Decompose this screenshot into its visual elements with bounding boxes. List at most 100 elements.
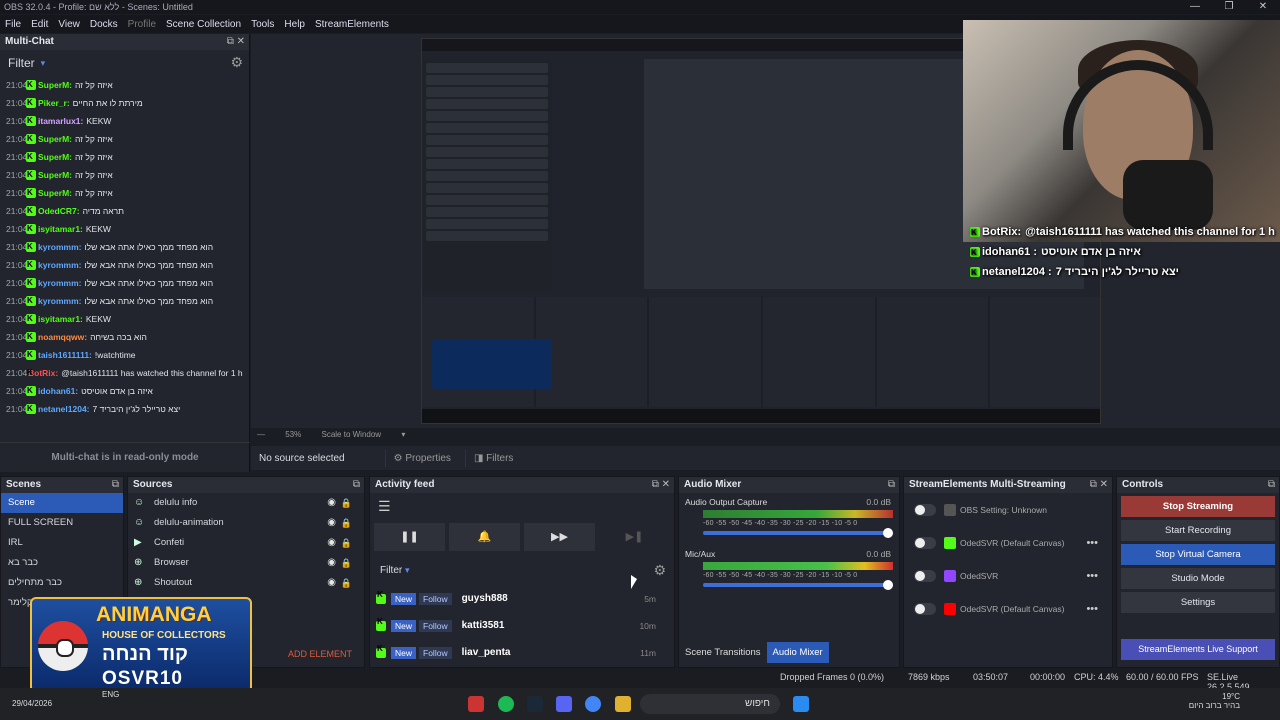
discord-icon[interactable]: [556, 696, 572, 712]
menu-streamelements[interactable]: StreamElements: [315, 19, 389, 30]
multistream-target[interactable]: OdedSVR (Default Canvas) •••: [904, 592, 1112, 625]
chevron-down-icon[interactable]: ▾: [41, 58, 46, 69]
activity-row[interactable]: NewFollowkatti358110m: [370, 612, 674, 639]
scene-item[interactable]: כבר בא: [1, 553, 123, 573]
obs-taskbar-icon[interactable]: [468, 696, 484, 712]
zoom-level[interactable]: 53%: [285, 430, 301, 439]
chat-message-list: 21:04SuperM:איזה קל זה21:04Piker_r:מירתת…: [0, 76, 249, 436]
live-support-button[interactable]: StreamElements Live Support: [1121, 639, 1275, 660]
multichat-filter[interactable]: Filter ▾ ⚙: [0, 50, 249, 76]
menu-view[interactable]: View: [58, 19, 80, 30]
scene-item[interactable]: כבר מתחילים: [1, 573, 123, 593]
chrome-icon[interactable]: [585, 696, 601, 712]
toggle-switch[interactable]: [914, 602, 936, 615]
follow-badge: Follow: [419, 646, 452, 659]
properties-button[interactable]: ⚙ Properties: [384, 449, 459, 467]
start-recording-button[interactable]: Start Recording: [1121, 520, 1275, 541]
taskbar-search[interactable]: חיפוש: [640, 694, 780, 714]
multistream-target[interactable]: OdedSVR •••: [904, 559, 1112, 592]
spotify-icon[interactable]: [498, 696, 514, 712]
eye-icon[interactable]: ◉: [327, 553, 336, 573]
lock-icon[interactable]: 🔒: [341, 553, 352, 573]
menu-help[interactable]: Help: [284, 19, 305, 30]
lock-icon[interactable]: 🔒: [341, 493, 352, 513]
toggle-switch[interactable]: [914, 536, 936, 549]
volume-meter: [703, 562, 893, 570]
filter-label[interactable]: Filter: [8, 56, 35, 70]
lock-icon[interactable]: 🔒: [341, 533, 352, 553]
skip-button[interactable]: ▶❚: [599, 523, 670, 551]
activity-filter[interactable]: Filter ▾ ⚙: [370, 555, 674, 585]
eye-icon[interactable]: ◉: [327, 533, 336, 553]
settings-button[interactable]: Settings: [1121, 592, 1275, 613]
scene-item[interactable]: IRL: [1, 533, 123, 553]
stop-virtual-camera-button[interactable]: Stop Virtual Camera: [1121, 544, 1275, 565]
volume-meter: [703, 510, 893, 518]
source-type-icon: ☺: [134, 517, 145, 528]
audio-tabs: Scene Transitions Audio Mixer: [679, 642, 829, 663]
pause-button[interactable]: ❚❚: [374, 523, 445, 551]
volume-slider[interactable]: [703, 580, 893, 590]
studio-mode-button[interactable]: Studio Mode: [1121, 568, 1275, 589]
stop-streaming-button[interactable]: Stop Streaming: [1121, 496, 1275, 517]
gear-icon[interactable]: ⚙: [653, 555, 666, 585]
menu-docks[interactable]: Docks: [90, 19, 118, 30]
folder-icon[interactable]: [615, 696, 631, 712]
source-item[interactable]: ⊕ Shoutout ◉ 🔒: [128, 573, 364, 593]
multistream-header: StreamElements Multi-Streaming ⧉ ✕: [904, 477, 1112, 493]
overlay-chat-message: netanel1204 :יצא טריילר לג'ין היבריד 7: [970, 262, 1280, 283]
menu-profile[interactable]: Profile: [128, 19, 156, 30]
source-item[interactable]: ☺ delulu info ◉ 🔒: [128, 493, 364, 513]
more-options-icon[interactable]: •••: [1086, 603, 1098, 615]
hamburger-menu-icon[interactable]: ☰: [370, 493, 674, 519]
kick-icon: [26, 148, 36, 166]
eye-icon[interactable]: ◉: [327, 513, 336, 533]
scene-item[interactable]: FULL SCREEN: [1, 513, 123, 533]
activity-row[interactable]: NewFollowliav_penta11m: [370, 639, 674, 666]
filters-button[interactable]: ◨ Filters: [464, 449, 521, 467]
toggle-switch[interactable]: [914, 569, 936, 582]
scale-mode[interactable]: Scale to Window: [321, 430, 381, 439]
menu-edit[interactable]: Edit: [31, 19, 48, 30]
source-item[interactable]: ▶ Confeti ◉ 🔒: [128, 533, 364, 553]
maximize-icon[interactable]: ❐: [1212, 0, 1246, 14]
eye-icon[interactable]: ◉: [327, 493, 336, 513]
lock-icon[interactable]: 🔒: [341, 513, 352, 533]
gear-icon[interactable]: ⚙: [230, 54, 243, 71]
follow-badge: Follow: [419, 619, 452, 632]
chat-message: 21:04kyrommm:הוא מפחד ממך כאילו אתה אבא …: [6, 256, 243, 274]
toggle-switch[interactable]: [914, 503, 936, 516]
eye-icon[interactable]: ◉: [327, 573, 336, 593]
windows-start-icon[interactable]: [793, 696, 809, 712]
activity-row[interactable]: NewFollowguysh8885m: [370, 585, 674, 612]
source-item[interactable]: ☺ delulu-animation ◉ 🔒: [128, 513, 364, 533]
window-titlebar: OBS 32.0.4 - Profile: ללא שם - Scenes: U…: [0, 0, 1280, 14]
fast-forward-button[interactable]: ▶▶: [524, 523, 595, 551]
chat-message: 21:04SuperM:איזה קל זה: [6, 76, 243, 94]
scene-item[interactable]: Scene: [1, 493, 123, 513]
multistreaming-dock: StreamElements Multi-Streaming ⧉ ✕ OBS Se…: [903, 476, 1113, 668]
source-item[interactable]: ⊕ Browser ◉ 🔒: [128, 553, 364, 573]
menu-scene-collection[interactable]: Scene Collection: [166, 19, 241, 30]
chevron-down-icon[interactable]: ▾: [401, 430, 405, 439]
multistream-target[interactable]: OdedSVR (Default Canvas) •••: [904, 526, 1112, 559]
chat-message: 21:04OdedCR7:תראה מדיה: [6, 202, 243, 220]
new-badge: New: [391, 646, 417, 659]
minimize-icon[interactable]: —: [1178, 0, 1212, 14]
add-element-button[interactable]: ADD ELEMENT: [288, 649, 352, 659]
menu-file[interactable]: File: [5, 19, 21, 30]
tab-scene-transitions[interactable]: Scene Transitions: [679, 642, 767, 663]
lock-icon[interactable]: 🔒: [341, 573, 352, 593]
bell-icon[interactable]: 🔔: [449, 523, 520, 551]
volume-slider[interactable]: [703, 528, 893, 538]
more-options-icon[interactable]: •••: [1086, 570, 1098, 582]
steam-icon[interactable]: [527, 696, 543, 712]
close-icon[interactable]: ✕: [1246, 0, 1280, 14]
tab-audio-mixer[interactable]: Audio Mixer: [766, 642, 829, 663]
more-options-icon[interactable]: •••: [1086, 537, 1098, 549]
weather-widget[interactable]: 19°C בהיר ברוב היום: [1189, 692, 1240, 710]
dock-close-icon[interactable]: ⧉ ✕: [227, 34, 245, 50]
menu-tools[interactable]: Tools: [251, 19, 274, 30]
chat-message: 21:04SuperM:איזה קל זה: [6, 130, 243, 148]
multistream-target[interactable]: OBS Setting: Unknown: [904, 493, 1112, 526]
